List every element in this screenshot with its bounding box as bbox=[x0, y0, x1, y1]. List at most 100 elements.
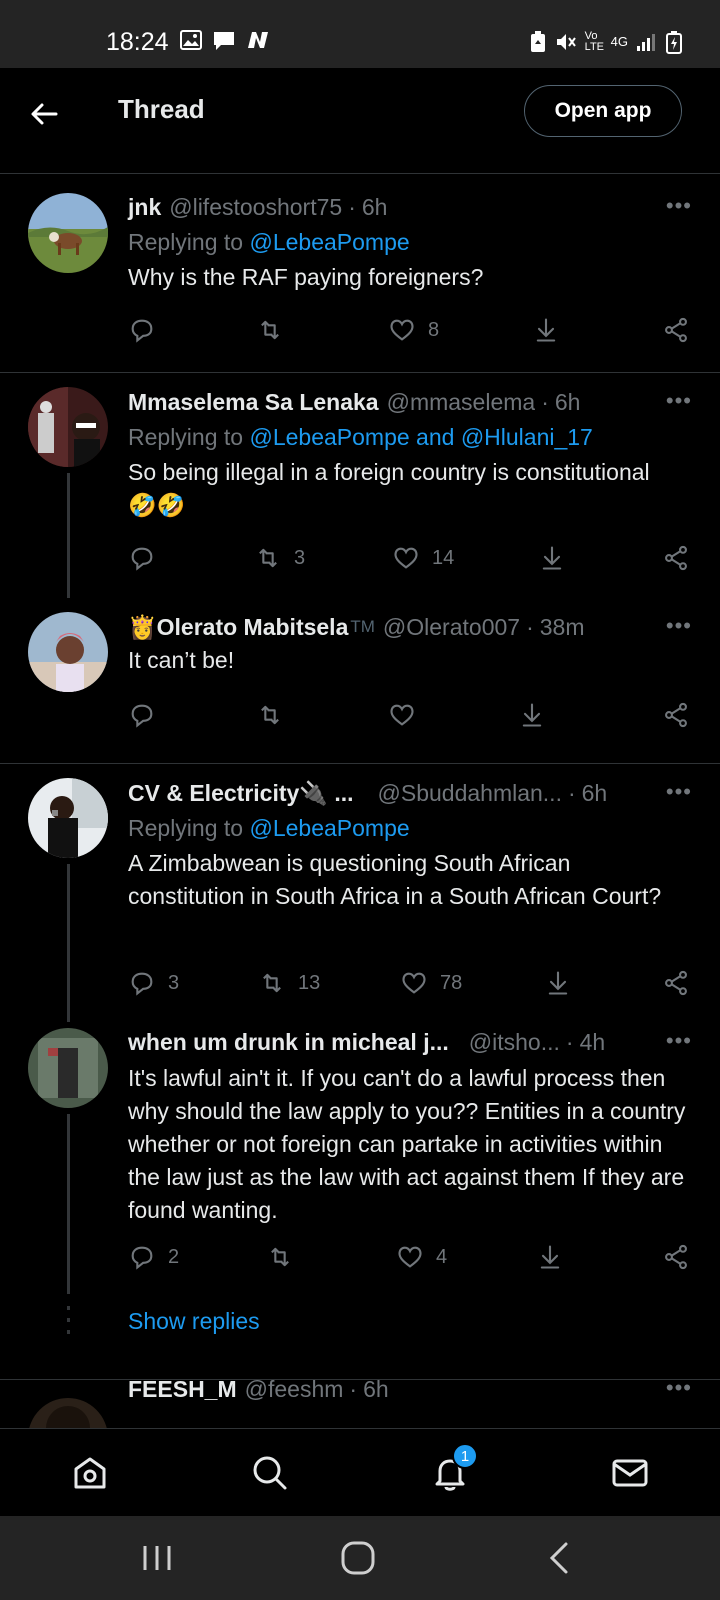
mention-link[interactable]: @LebeaPompe bbox=[249, 815, 409, 841]
bookmark-button[interactable] bbox=[544, 967, 572, 999]
like-button[interactable]: 8 bbox=[388, 314, 439, 346]
heart-icon bbox=[394, 547, 418, 569]
user-handle[interactable]: @mmaselema bbox=[387, 389, 536, 416]
status-left-icons bbox=[180, 30, 270, 52]
reply-icon bbox=[131, 1246, 153, 1270]
back-arrow-icon[interactable] bbox=[24, 94, 64, 134]
tweet-time[interactable]: 38m bbox=[540, 614, 585, 641]
messages-envelope-icon[interactable] bbox=[608, 1451, 652, 1495]
avatar[interactable] bbox=[28, 193, 108, 273]
tweet-cv-electricity[interactable]: CV & Electricity🔌 ... @Sbuddahmlan... · … bbox=[0, 764, 720, 1022]
user-handle[interactable]: @itsho... bbox=[469, 1029, 560, 1056]
bookmark-button[interactable] bbox=[518, 699, 546, 731]
more-options-icon[interactable]: ••• bbox=[666, 1028, 692, 1054]
share-button[interactable] bbox=[662, 542, 690, 574]
retweet-button[interactable] bbox=[256, 699, 296, 731]
tweet-text: Why is the RAF paying foreigners? bbox=[128, 264, 484, 290]
tweet-time[interactable]: 4h bbox=[580, 1029, 606, 1056]
share-button[interactable] bbox=[662, 1241, 690, 1273]
4g-icon: 4G bbox=[610, 34, 628, 49]
share-button[interactable] bbox=[662, 314, 690, 346]
like-button[interactable]: 78 bbox=[400, 967, 462, 999]
reply-button[interactable]: 3 bbox=[128, 967, 179, 999]
reply-button[interactable] bbox=[128, 314, 168, 346]
user-handle[interactable]: @Olerato007 bbox=[383, 614, 520, 641]
replying-to-label: Replying to bbox=[128, 424, 244, 450]
retweet-button[interactable] bbox=[256, 314, 296, 346]
display-name[interactable]: Olerato Mabitsela bbox=[157, 614, 349, 641]
display-name[interactable]: when um drunk in micheal j... bbox=[128, 1029, 449, 1056]
reply-button[interactable]: 2 bbox=[128, 1241, 179, 1273]
more-options-icon[interactable]: ••• bbox=[666, 1375, 692, 1401]
tweet-text: It can’t be! bbox=[128, 647, 235, 673]
avatar[interactable] bbox=[28, 612, 108, 692]
more-options-icon[interactable]: ••• bbox=[666, 613, 692, 639]
thread-header: Thread Open app bbox=[0, 68, 720, 174]
mute-icon bbox=[556, 34, 576, 50]
mention-link[interactable]: @Hlulani_17 bbox=[461, 424, 593, 450]
share-icon bbox=[665, 702, 687, 728]
bookmark-button[interactable] bbox=[536, 1241, 564, 1273]
like-count: 8 bbox=[428, 318, 440, 341]
retweet-button[interactable] bbox=[266, 1241, 306, 1273]
tweet-time[interactable]: 6h bbox=[582, 780, 608, 807]
more-options-icon[interactable]: ••• bbox=[666, 779, 692, 805]
back-nav-icon[interactable] bbox=[540, 1538, 580, 1578]
tweet-drunk-micheal[interactable]: when um drunk in micheal j... @itsho... … bbox=[0, 1022, 720, 1370]
like-button[interactable]: 4 bbox=[396, 1241, 447, 1273]
open-app-button[interactable]: Open app bbox=[524, 85, 682, 137]
tweet-text: A Zimbabwean is questioning South Africa… bbox=[128, 850, 662, 909]
recent-apps-icon[interactable] bbox=[137, 1538, 177, 1578]
more-options-icon[interactable]: ••• bbox=[666, 388, 692, 414]
bookmark-button[interactable] bbox=[538, 542, 566, 574]
retweet-icon bbox=[259, 548, 277, 568]
replying-to: Replying to @LebeaPompe and @Hlulani_17 bbox=[128, 424, 692, 451]
tweet-mmaselema[interactable]: Mmaselema Sa Lenaka @mmaselema · 6h ••• … bbox=[0, 373, 720, 598]
share-icon bbox=[665, 545, 687, 571]
thread-connector bbox=[67, 864, 70, 1022]
share-button[interactable] bbox=[662, 699, 690, 731]
display-name[interactable]: FEESH_M bbox=[128, 1376, 237, 1403]
reply-button[interactable] bbox=[128, 699, 168, 731]
heart-icon bbox=[390, 704, 414, 726]
like-button[interactable]: 14 bbox=[392, 542, 454, 574]
retweet-icon bbox=[263, 973, 281, 993]
more-options-icon[interactable]: ••• bbox=[666, 193, 692, 219]
retweet-button[interactable]: 3 bbox=[254, 542, 305, 574]
heart-icon bbox=[402, 972, 426, 994]
tweet-text: It's lawful ain't it. If you can't do a … bbox=[128, 1065, 686, 1223]
tweet-time[interactable]: 6h bbox=[555, 389, 581, 416]
display-name[interactable]: CV & Electricity🔌 ... bbox=[128, 780, 354, 807]
display-name[interactable]: jnk bbox=[128, 194, 161, 221]
share-button[interactable] bbox=[662, 967, 690, 999]
heart-icon bbox=[390, 319, 414, 341]
search-icon[interactable] bbox=[248, 1451, 292, 1495]
download-arrow-icon bbox=[536, 318, 556, 342]
user-handle[interactable]: @lifestooshort75 bbox=[169, 194, 342, 221]
retweet-icon bbox=[261, 320, 279, 340]
show-replies-link[interactable]: Show replies bbox=[128, 1308, 260, 1335]
avatar[interactable] bbox=[28, 778, 108, 858]
tweet-jnk[interactable]: jnk @lifestooshort75 · 6h ••• Replying t… bbox=[0, 175, 720, 372]
tweet-time[interactable]: 6h bbox=[362, 194, 388, 221]
retweet-button[interactable]: 13 bbox=[258, 967, 320, 999]
mention-link[interactable]: @LebeaPompe bbox=[249, 229, 409, 255]
tweet-time[interactable]: 6h bbox=[363, 1376, 389, 1403]
display-name[interactable]: Mmaselema Sa Lenaka bbox=[128, 389, 379, 416]
avatar[interactable] bbox=[28, 1028, 108, 1108]
share-icon bbox=[665, 1244, 687, 1270]
tweet-feesh[interactable]: FEESH_M @feeshm · 6h ••• bbox=[0, 1375, 720, 1428]
home-icon[interactable] bbox=[68, 1451, 112, 1495]
mention-link[interactable]: @LebeaPompe bbox=[249, 424, 409, 450]
avatar[interactable] bbox=[28, 387, 108, 467]
like-button[interactable] bbox=[388, 699, 428, 731]
avatar[interactable] bbox=[28, 1398, 108, 1428]
home-button-icon[interactable] bbox=[338, 1538, 378, 1578]
user-handle[interactable]: @feeshm bbox=[245, 1376, 344, 1403]
user-handle[interactable]: @Sbuddahmlan... bbox=[378, 780, 562, 807]
bookmark-button[interactable] bbox=[532, 314, 560, 346]
tweet-olerato[interactable]: 👸 Olerato Mabitsela TM @Olerato007 · 38m… bbox=[0, 598, 720, 748]
image-icon bbox=[180, 30, 202, 50]
reply-button[interactable] bbox=[128, 542, 168, 574]
thread-feed[interactable]: jnk @lifestooshort75 · 6h ••• Replying t… bbox=[0, 175, 720, 1428]
